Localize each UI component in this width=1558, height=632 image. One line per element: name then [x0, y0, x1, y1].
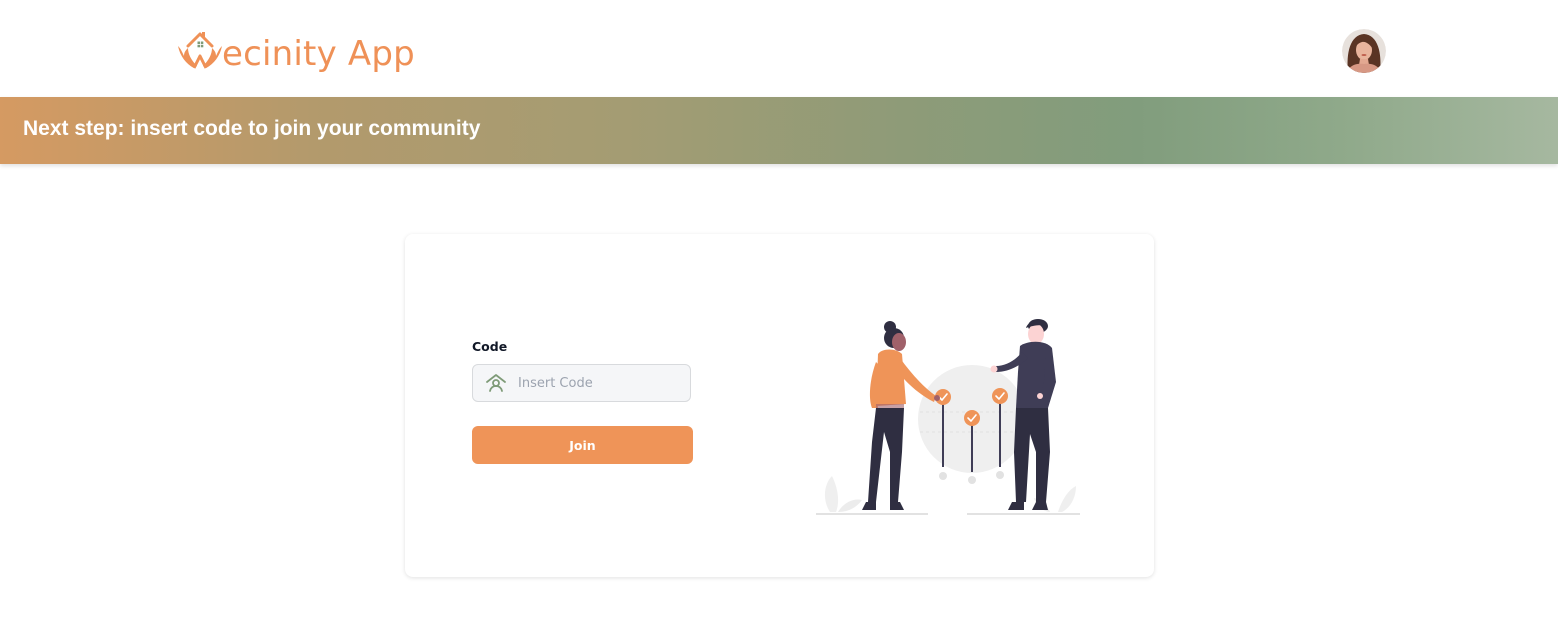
- app-logo[interactable]: ecinity App: [176, 26, 415, 76]
- community-person-icon: [484, 371, 508, 395]
- join-community-card: Code Join: [405, 234, 1154, 577]
- code-label: Code: [472, 339, 508, 354]
- app-name: ecinity App: [222, 34, 415, 74]
- code-input[interactable]: [516, 374, 680, 392]
- house-hands-logo-icon: [178, 32, 222, 69]
- join-button[interactable]: Join: [472, 426, 693, 464]
- team-collaboration-illustration: [816, 319, 1080, 515]
- code-input-wrapper[interactable]: [472, 364, 691, 402]
- banner-title: Next step: insert code to join your comm…: [23, 117, 481, 140]
- next-step-banner: Next step: insert code to join your comm…: [0, 97, 1558, 164]
- app-header: ecinity App: [0, 0, 1558, 97]
- user-avatar[interactable]: [1342, 29, 1386, 73]
- avatar-icon: [1342, 29, 1386, 73]
